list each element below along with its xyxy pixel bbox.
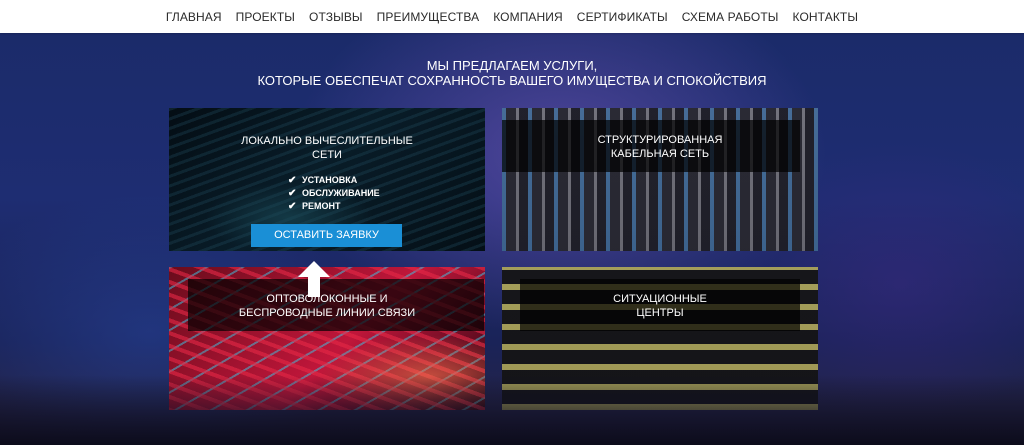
service-title-cabling: СТРУКТУРИРОВАННАЯ КАБЕЛЬНАЯ СЕТЬ	[502, 133, 818, 161]
landscape-silhouette	[0, 375, 1024, 445]
feature-label: РЕМОНТ	[302, 201, 341, 211]
nav-menu: ГЛАВНАЯ ПРОЕКТЫ ОТЗЫВЫ ПРЕИМУЩЕСТВА КОМП…	[0, 0, 1024, 33]
nav-item-advantages[interactable]: ПРЕИМУЩЕСТВА	[377, 10, 480, 24]
feature-item: ✔ УСТАНОВКА	[288, 174, 380, 187]
check-icon: ✔	[288, 188, 297, 199]
feature-item: ✔ ОБСЛУЖИВАНИЕ	[288, 187, 380, 200]
service-features-list: ✔ УСТАНОВКА ✔ ОБСЛУЖИВАНИЕ ✔ РЕМОНТ	[288, 174, 380, 213]
nav-item-certificates[interactable]: СЕРТИФИКАТЫ	[577, 10, 668, 24]
service-title-line-2: КАБЕЛЬНАЯ СЕТЬ	[610, 148, 710, 160]
nav-item-reviews[interactable]: ОТЗЫВЫ	[309, 10, 363, 24]
service-title-lan: ЛОКАЛЬНО ВЫЧЕСЛИТЕЛЬНЫЕ СЕТИ	[169, 134, 485, 162]
section-heading: МЫ ПРЕДЛАГАЕМ УСЛУГИ, КОТОРЫЕ ОБЕСПЕЧАТ …	[0, 58, 1024, 88]
nav-item-projects[interactable]: ПРОЕКТЫ	[236, 10, 295, 24]
services-section: МЫ ПРЕДЛАГАЕМ УСЛУГИ, КОТОРЫЕ ОБЕСПЕЧАТ …	[0, 33, 1024, 445]
nav-item-contacts[interactable]: КОНТАКТЫ	[793, 10, 859, 24]
service-card-lan[interactable]: ЛОКАЛЬНО ВЫЧЕСЛИТЕЛЬНЫЕ СЕТИ ✔ УСТАНОВКА…	[169, 108, 485, 251]
service-title-situation-centers: СИТУАЦИОННЫЕ ЦЕНТРЫ	[502, 292, 818, 320]
service-title-line-2: ЦЕНТРЫ	[636, 307, 684, 319]
leave-request-button[interactable]: ОСТАВИТЬ ЗАЯВКУ	[251, 224, 402, 247]
check-icon: ✔	[288, 175, 297, 186]
check-icon: ✔	[288, 201, 297, 212]
nav-item-home[interactable]: ГЛАВНАЯ	[166, 10, 222, 24]
nav-item-company[interactable]: КОМПАНИЯ	[493, 10, 563, 24]
nav-item-workflow[interactable]: СХЕМА РАБОТЫ	[682, 10, 779, 24]
top-navigation: ГЛАВНАЯ ПРОЕКТЫ ОТЗЫВЫ ПРЕИМУЩЕСТВА КОМП…	[0, 0, 1024, 33]
service-card-cabling[interactable]: СТРУКТУРИРОВАННАЯ КАБЕЛЬНАЯ СЕТЬ	[502, 108, 818, 251]
feature-label: УСТАНОВКА	[302, 175, 358, 185]
service-title-line-2: БЕСПРОВОДНЫЕ ЛИНИИ СВЯЗИ	[238, 307, 416, 319]
section-heading-line-1: МЫ ПРЕДЛАГАЕМ УСЛУГИ,	[426, 58, 598, 73]
feature-label: ОБСЛУЖИВАНИЕ	[302, 188, 380, 198]
service-title-line-1: СИТУАЦИОННЫЕ	[613, 293, 707, 305]
service-title-line-2: СЕТИ	[312, 149, 342, 161]
service-title-line-1: ЛОКАЛЬНО ВЫЧЕСЛИТЕЛЬНЫЕ	[241, 135, 413, 147]
section-heading-line-2: КОТОРЫЕ ОБЕСПЕЧАТ СОХРАННОСТЬ ВАШЕГО ИМУ…	[257, 73, 767, 88]
feature-item: ✔ РЕМОНТ	[288, 200, 380, 213]
service-title-line-1: СТРУКТУРИРОВАННАЯ	[597, 134, 723, 146]
arrow-up-cursor-icon	[298, 261, 330, 297]
